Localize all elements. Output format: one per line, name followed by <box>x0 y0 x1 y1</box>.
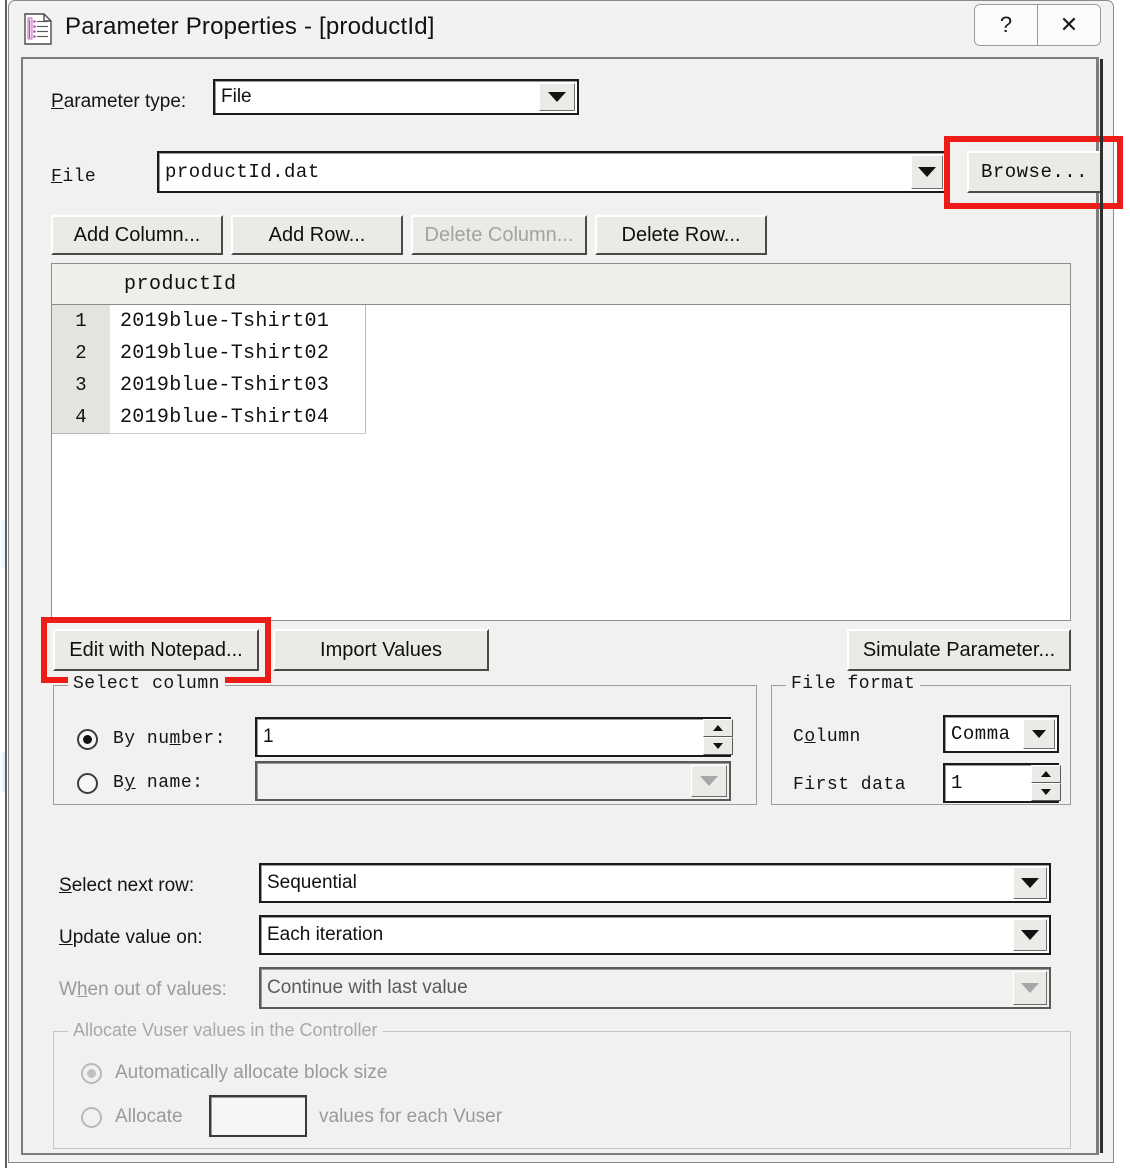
file-format-group-title: File format <box>786 674 921 694</box>
add-row-label: Add Row... <box>268 223 366 246</box>
delete-row-button[interactable]: Delete Row... <box>595 215 767 255</box>
first-data-value: 1 <box>951 772 963 794</box>
row-number[interactable]: 1 <box>52 305 111 338</box>
row-cell-productid[interactable]: 2019blue-Tshirt02 <box>110 337 366 370</box>
file-combobox[interactable]: productId.dat <box>157 151 947 193</box>
allocate-values-input <box>209 1095 307 1137</box>
stepper-up-icon[interactable] <box>703 719 733 737</box>
first-data-stepper[interactable] <box>1031 765 1061 801</box>
chevron-down-icon[interactable] <box>691 765 727 797</box>
by-name-label: By name: <box>113 773 204 793</box>
row-number[interactable]: 4 <box>52 401 111 434</box>
update-value-on-combobox[interactable]: Each iteration <box>259 915 1051 955</box>
row-number[interactable]: 3 <box>52 369 111 402</box>
delete-column-label: Delete Column... <box>424 223 574 246</box>
grid-column-header-productid[interactable]: productId <box>110 264 370 304</box>
row-cell-productid[interactable]: 2019blue-Tshirt04 <box>110 401 366 434</box>
simulate-parameter-button[interactable]: Simulate Parameter... <box>847 629 1071 671</box>
select-next-row-combobox[interactable]: Sequential <box>259 863 1051 903</box>
delete-row-label: Delete Row... <box>621 223 741 246</box>
row-cell-productid[interactable]: 2019blue-Tshirt01 <box>110 305 366 338</box>
parameter-type-combobox[interactable]: File <box>213 79 579 115</box>
column-delimiter-combobox[interactable]: Comma <box>943 715 1059 753</box>
select-next-row-label: Select next row: <box>59 875 195 896</box>
by-number-label: By number: <box>113 729 227 749</box>
chevron-down-icon[interactable] <box>1023 719 1055 749</box>
browse-button-label: Browse... <box>980 161 1089 183</box>
window-title: Parameter Properties - [productId] <box>65 13 435 40</box>
by-number-stepper[interactable] <box>703 719 733 755</box>
edit-with-notepad-button[interactable]: Edit with Notepad... <box>53 629 259 671</box>
help-icon[interactable]: ? <box>975 5 1037 45</box>
chevron-down-icon[interactable] <box>911 155 943 189</box>
row-number[interactable]: 2 <box>52 337 111 370</box>
auto-allocate-label: Automatically allocate block size <box>115 1062 388 1083</box>
allocate-label: Allocate <box>115 1106 183 1127</box>
stepper-down-icon[interactable] <box>703 737 733 755</box>
column-delimiter-value: Comma <box>951 723 1011 745</box>
simulate-parameter-label: Simulate Parameter... <box>862 638 1056 661</box>
by-name-radio[interactable] <box>77 773 98 794</box>
select-next-row-value: Sequential <box>267 872 357 893</box>
row-cell-productid[interactable]: 2019blue-Tshirt03 <box>110 369 366 402</box>
select-column-group-title: Select column <box>68 674 225 694</box>
chevron-down-icon <box>1013 971 1047 1005</box>
by-number-radio[interactable] <box>77 729 98 750</box>
title-bar-buttons: ? ✕ <box>974 4 1101 46</box>
chevron-down-icon[interactable] <box>1013 867 1047 899</box>
grid-column-header-empty[interactable] <box>356 264 1070 304</box>
parameter-data-grid[interactable]: productId 1 2019blue-Tshirt01 2 2019blue… <box>51 263 1071 621</box>
browse-button[interactable]: Browse... <box>967 151 1102 193</box>
edit-with-notepad-label: Edit with Notepad... <box>69 638 243 661</box>
title-bar: Parameter Properties - [productId] ? ✕ <box>9 1 1113 57</box>
allocate-vuser-values-group: Allocate Vuser values in the Controller <box>53 1020 1071 1149</box>
by-number-value: 1 <box>263 726 274 747</box>
update-value-on-value: Each iteration <box>267 924 384 945</box>
parameter-properties-dialog: Parameter Properties - [productId] ? ✕ P… <box>8 0 1123 1163</box>
import-values-label: Import Values <box>320 638 442 661</box>
parameter-type-label: Parameter type: <box>51 91 187 112</box>
stepper-up-icon[interactable] <box>1031 765 1061 783</box>
add-row-button[interactable]: Add Row... <box>231 215 403 255</box>
when-out-of-values-label: When out of values: <box>59 979 227 1000</box>
auto-allocate-radio <box>81 1063 102 1084</box>
file-value: productId.dat <box>165 161 320 183</box>
allocate-group-title: Allocate Vuser values in the Controller <box>68 1020 383 1041</box>
allocate-suffix-label: values for each Vuser <box>319 1106 503 1127</box>
window-left-edge <box>5 0 7 1168</box>
add-column-label: Add Column... <box>73 223 201 246</box>
update-value-on-label: Update value on: <box>59 927 203 948</box>
stepper-down-icon[interactable] <box>1031 783 1061 801</box>
add-column-button[interactable]: Add Column... <box>51 215 223 255</box>
parameter-file-icon <box>23 13 53 45</box>
by-name-combobox[interactable] <box>255 761 731 801</box>
close-icon[interactable]: ✕ <box>1037 5 1100 45</box>
first-data-label: First data <box>793 775 907 795</box>
when-out-of-values-value: Continue with last value <box>267 977 468 998</box>
client-right-edge <box>1100 59 1103 1153</box>
import-values-button[interactable]: Import Values <box>273 629 489 671</box>
grid-header-row: productId <box>52 264 1070 305</box>
chevron-down-icon[interactable] <box>539 83 575 111</box>
column-format-label: Column <box>793 727 861 747</box>
parameter-type-value: File <box>221 86 252 107</box>
file-label: File <box>51 167 97 187</box>
dialog-client-area: Parameter type: File File productId.dat … <box>21 57 1123 1155</box>
by-number-input[interactable]: 1 <box>255 717 731 757</box>
chevron-down-icon[interactable] <box>1013 919 1047 951</box>
grid-column-header-label: productId <box>124 272 237 296</box>
delete-column-button: Delete Column... <box>411 215 587 255</box>
grid-corner-cell <box>52 264 111 304</box>
when-out-of-values-combobox: Continue with last value <box>259 967 1051 1009</box>
allocate-radio <box>81 1107 102 1128</box>
